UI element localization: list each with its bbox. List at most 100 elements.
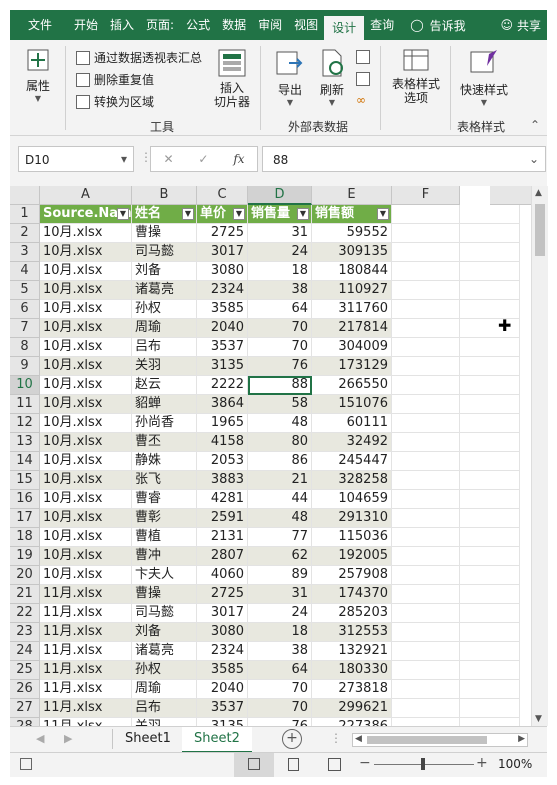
empty-cell[interactable] (392, 661, 460, 680)
row-header[interactable]: 3 (10, 243, 40, 262)
tab-formulas[interactable]: 公式 (180, 10, 216, 40)
table-cell[interactable]: 11月.xlsx (40, 661, 132, 680)
row-header[interactable]: 4 (10, 262, 40, 281)
table-cell[interactable]: 217814 (312, 319, 392, 338)
page-break-view-icon[interactable] (328, 758, 341, 771)
column-header-b[interactable]: B (132, 186, 197, 205)
table-cell[interactable]: 3864 (197, 395, 248, 414)
insert-slicer-button[interactable]: 插入 切片器 (213, 48, 251, 109)
table-cell[interactable]: 180330 (312, 661, 392, 680)
table-cell[interactable]: 10月.xlsx (40, 528, 132, 547)
table-cell[interactable]: 10月.xlsx (40, 319, 132, 338)
empty-cell[interactable] (392, 490, 460, 509)
collapse-ribbon-icon[interactable]: ⌃ (530, 118, 540, 132)
sheet-tab-sheet1[interactable]: Sheet1 (113, 727, 183, 751)
tab-file[interactable]: 文件 (10, 10, 68, 40)
table-cell[interactable]: 10月.xlsx (40, 262, 132, 281)
table-cell[interactable]: 11月.xlsx (40, 718, 132, 726)
table-cell[interactable]: 张飞 (132, 471, 197, 490)
empty-cell[interactable] (460, 414, 520, 433)
row-header[interactable]: 9 (10, 357, 40, 376)
table-cell[interactable]: 32492 (312, 433, 392, 452)
row-header[interactable]: 22 (10, 604, 40, 623)
table-header-cell[interactable]: 单价 ▼ (197, 205, 248, 224)
table-cell[interactable]: 291310 (312, 509, 392, 528)
table-header-cell[interactable]: Source.Name ▼ (40, 205, 132, 224)
empty-cell[interactable] (460, 547, 520, 566)
table-cell[interactable]: 62 (248, 547, 312, 566)
select-all-corner[interactable] (10, 186, 40, 205)
zoom-slider-thumb[interactable] (421, 758, 425, 770)
hscroll-thumb[interactable] (367, 736, 487, 744)
table-cell[interactable]: 4158 (197, 433, 248, 452)
column-header-a[interactable]: A (40, 186, 132, 205)
filter-dropdown-icon[interactable]: ▼ (117, 208, 129, 220)
column-header-d[interactable]: D (248, 186, 312, 205)
table-cell[interactable]: 38 (248, 642, 312, 661)
properties-button[interactable]: 属性 ▼ (20, 48, 56, 103)
empty-cell[interactable] (392, 357, 460, 376)
empty-cell[interactable] (460, 433, 520, 452)
row-header[interactable]: 12 (10, 414, 40, 433)
table-cell[interactable]: 311760 (312, 300, 392, 319)
table-cell[interactable]: 273818 (312, 680, 392, 699)
table-cell[interactable]: 刘备 (132, 623, 197, 642)
empty-cell[interactable] (392, 338, 460, 357)
column-header-e[interactable]: E (312, 186, 392, 205)
table-cell[interactable]: 304009 (312, 338, 392, 357)
tell-me[interactable]: ◯ 告诉我 (410, 17, 465, 34)
table-cell[interactable]: 2324 (197, 281, 248, 300)
zoom-level[interactable]: 100% (498, 757, 532, 771)
add-sheet-icon[interactable]: + (282, 729, 302, 749)
table-cell[interactable]: 10月.xlsx (40, 566, 132, 585)
empty-cell[interactable] (392, 642, 460, 661)
tab-page-layout[interactable]: 页面: (140, 10, 180, 40)
table-cell[interactable]: 10月.xlsx (40, 281, 132, 300)
empty-cell[interactable] (392, 604, 460, 623)
table-cell[interactable]: 10月.xlsx (40, 433, 132, 452)
empty-cell[interactable] (392, 547, 460, 566)
table-cell[interactable]: 2131 (197, 528, 248, 547)
empty-cell[interactable] (460, 471, 520, 490)
empty-cell[interactable] (460, 718, 520, 726)
table-cell[interactable]: 10月.xlsx (40, 471, 132, 490)
empty-cell[interactable] (460, 376, 520, 395)
horizontal-scrollbar[interactable]: ◀ ▶ (352, 733, 528, 747)
table-cell[interactable]: 2324 (197, 642, 248, 661)
table-cell[interactable]: 3080 (197, 623, 248, 642)
empty-cell[interactable] (392, 585, 460, 604)
empty-cell[interactable] (460, 281, 520, 300)
table-cell[interactable]: 静姝 (132, 452, 197, 471)
table-cell[interactable]: 赵云 (132, 376, 197, 395)
table-cell[interactable]: 31 (248, 585, 312, 604)
table-cell[interactable]: 174370 (312, 585, 392, 604)
table-cell[interactable]: 3883 (197, 471, 248, 490)
table-cell[interactable]: 10月.xlsx (40, 376, 132, 395)
tab-design[interactable]: 设计 (324, 16, 365, 40)
table-cell[interactable]: 3017 (197, 243, 248, 262)
empty-cell[interactable] (460, 699, 520, 718)
row-header[interactable]: 6 (10, 300, 40, 319)
table-cell[interactable]: 24 (248, 604, 312, 623)
filter-dropdown-icon[interactable]: ▼ (182, 208, 194, 220)
empty-cell[interactable] (392, 243, 460, 262)
table-cell[interactable]: 328258 (312, 471, 392, 490)
table-header-cell[interactable]: 销售额 ▼ (312, 205, 392, 224)
row-header[interactable]: 16 (10, 490, 40, 509)
table-cell[interactable]: 44 (248, 490, 312, 509)
table-cell[interactable]: 132921 (312, 642, 392, 661)
table-cell[interactable]: 2040 (197, 319, 248, 338)
row-header[interactable]: 5 (10, 281, 40, 300)
table-cell[interactable]: 3537 (197, 699, 248, 718)
empty-cell[interactable] (460, 680, 520, 699)
row-header[interactable]: 14 (10, 452, 40, 471)
empty-cell[interactable] (460, 661, 520, 680)
empty-cell[interactable] (392, 224, 460, 243)
empty-cell[interactable] (460, 490, 520, 509)
table-cell[interactable]: 115036 (312, 528, 392, 547)
sheet-scroll-right-icon[interactable]: ▶ (64, 732, 72, 745)
table-cell[interactable]: 曹操 (132, 585, 197, 604)
empty-cell[interactable] (392, 433, 460, 452)
table-cell[interactable]: 10月.xlsx (40, 338, 132, 357)
row-header[interactable]: 25 (10, 661, 40, 680)
